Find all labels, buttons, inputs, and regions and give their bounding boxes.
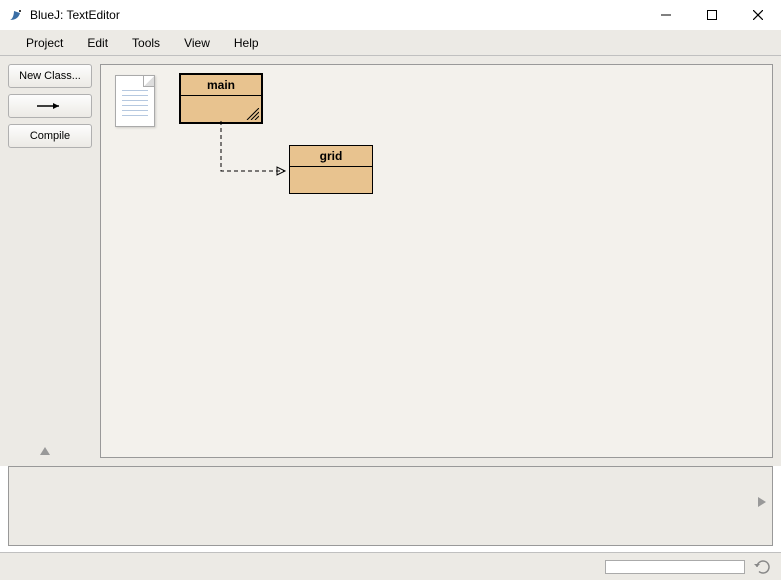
maximize-button[interactable]: [689, 0, 735, 30]
window-controls: [643, 0, 781, 30]
new-class-button[interactable]: New Class...: [8, 64, 92, 88]
class-body: [290, 167, 372, 193]
reset-vm-icon[interactable]: [753, 559, 773, 575]
compile-button[interactable]: Compile: [8, 124, 92, 148]
readme-file-icon[interactable]: [115, 75, 155, 127]
class-box-main[interactable]: main: [179, 73, 263, 124]
class-diagram[interactable]: main grid: [100, 64, 773, 458]
console-panel[interactable]: [8, 466, 773, 546]
workspace: New Class... Compile main: [0, 56, 781, 466]
close-button[interactable]: [735, 0, 781, 30]
console-collapse-icon[interactable]: [758, 497, 766, 510]
class-name-label: grid: [290, 146, 372, 167]
sidebar-collapse-icon[interactable]: [40, 447, 50, 458]
progress-bar: [605, 560, 745, 574]
menu-tools[interactable]: Tools: [120, 32, 172, 54]
class-box-grid[interactable]: grid: [289, 145, 373, 194]
minimize-button[interactable]: [643, 0, 689, 30]
app-icon: [8, 7, 24, 23]
menubar: Project Edit Tools View Help: [0, 30, 781, 56]
menu-view[interactable]: View: [172, 32, 222, 54]
window-title: BlueJ: TextEditor: [30, 8, 120, 22]
statusbar: [0, 552, 781, 580]
menu-edit[interactable]: Edit: [75, 32, 120, 54]
menu-help[interactable]: Help: [222, 32, 271, 54]
arrow-icon: [35, 101, 65, 111]
menu-project[interactable]: Project: [14, 32, 75, 54]
resize-handle-icon: [243, 108, 259, 120]
class-name-label: main: [181, 75, 261, 96]
dependency-arrow-button[interactable]: [8, 94, 92, 118]
toolbar: New Class... Compile: [0, 56, 100, 466]
class-body: [181, 96, 261, 122]
